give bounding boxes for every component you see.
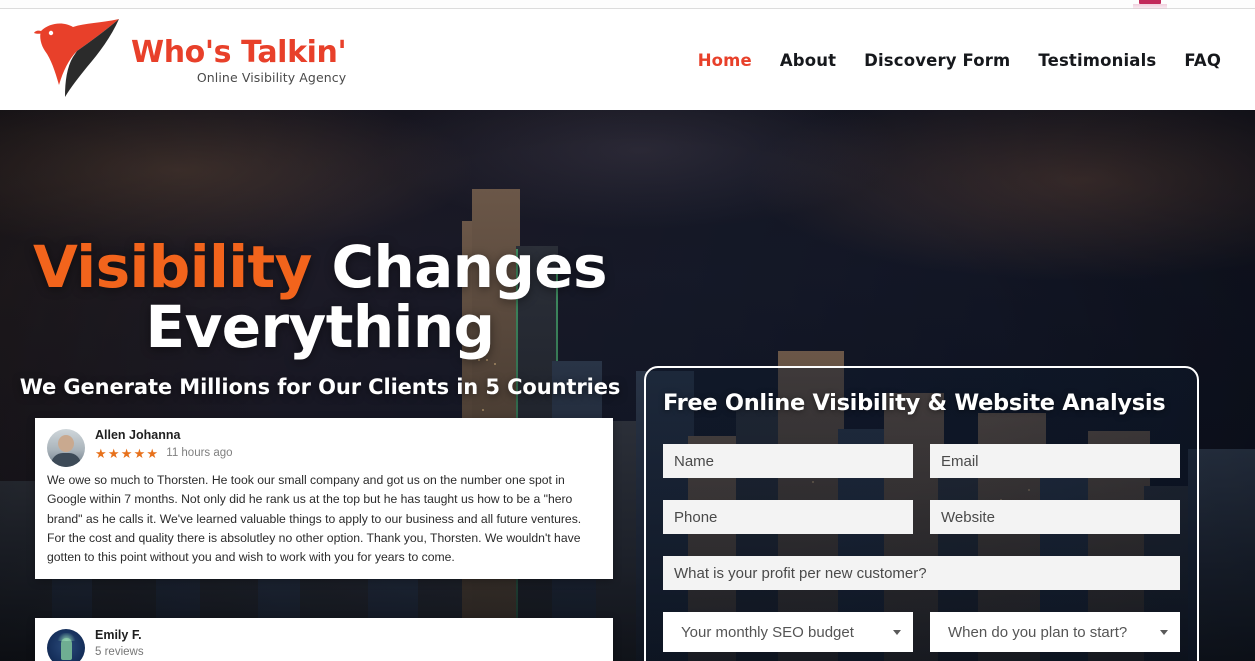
statue-of-liberty-avatar-icon xyxy=(47,629,85,661)
reviewer-review-count: 5 reviews xyxy=(95,645,144,658)
email-input[interactable] xyxy=(930,444,1180,478)
phone-input[interactable] xyxy=(663,500,913,534)
form-title: Free Online Visibility & Website Analysi… xyxy=(663,390,1166,416)
site-header: Who's Talkin' Online Visibility Agency H… xyxy=(0,9,1255,110)
review-timestamp: 11 hours ago xyxy=(166,447,233,460)
review-header: Emily F. 5 reviews xyxy=(47,628,601,661)
name-input[interactable] xyxy=(663,444,913,478)
top-strip xyxy=(0,0,1255,11)
review-meta: Allen Johanna ★★★★★ 11 hours ago xyxy=(95,428,601,460)
form-row-phone-website xyxy=(663,500,1180,534)
review-card: Emily F. 5 reviews ★★★★★ a month ago Wor… xyxy=(35,618,613,661)
form-row-name-email xyxy=(663,444,1180,478)
user-avatar-photo-icon xyxy=(47,429,85,467)
bird-logo-icon xyxy=(34,19,119,97)
review-card: Allen Johanna ★★★★★ 11 hours ago We owe … xyxy=(35,418,613,580)
start-select-wrap: When do you plan to start? xyxy=(930,612,1180,652)
hero-copy: Visibility Changes Everything We Generat… xyxy=(0,237,640,400)
website-input[interactable] xyxy=(930,500,1180,534)
start-time-select[interactable]: When do you plan to start? xyxy=(930,612,1180,652)
hero-headline-accent: Visibility xyxy=(33,233,312,301)
review-meta: Emily F. 5 reviews xyxy=(95,628,601,660)
form-row-selects: Your monthly SEO budget When do you plan… xyxy=(663,612,1180,652)
reviews-list: Allen Johanna ★★★★★ 11 hours ago We owe … xyxy=(35,418,613,661)
profit-per-customer-input[interactable] xyxy=(663,556,1180,590)
hero-headline-line2: Everything xyxy=(145,292,495,361)
logo-title: Who's Talkin' xyxy=(131,34,347,70)
hero-subheadline: We Generate Millions for Our Clients in … xyxy=(19,375,621,400)
review-rating: ★★★★★ 11 hours ago xyxy=(95,447,601,460)
browser-viewport: Who's Talkin' Online Visibility Agency H… xyxy=(0,0,1255,661)
hero-headline-rest: Changes xyxy=(311,233,607,301)
analysis-form-panel: Free Online Visibility & Website Analysi… xyxy=(644,366,1199,661)
nav-item-faq[interactable]: FAQ xyxy=(1170,51,1235,70)
logo[interactable]: Who's Talkin' Online Visibility Agency xyxy=(33,15,347,99)
form-row-profit xyxy=(663,556,1180,590)
reviewer-name: Allen Johanna xyxy=(95,428,181,442)
nav-item-discovery-form[interactable]: Discovery Form xyxy=(850,51,1024,70)
nav-item-testimonials[interactable]: Testimonials xyxy=(1024,51,1170,70)
nav-item-about[interactable]: About xyxy=(766,51,850,70)
seo-budget-select[interactable]: Your monthly SEO budget xyxy=(663,612,913,652)
reviewer-name: Emily F. xyxy=(95,628,142,643)
review-text: We owe so much to Thorsten. He took our … xyxy=(47,473,582,565)
review-header: Allen Johanna ★★★★★ 11 hours ago xyxy=(47,428,601,467)
hero-section: Visibility Changes Everything We Generat… xyxy=(0,110,1255,661)
nav-item-home[interactable]: Home xyxy=(684,51,766,70)
hero-headline: Visibility Changes Everything xyxy=(0,237,640,357)
budget-select-wrap: Your monthly SEO budget xyxy=(663,612,913,652)
star-rating-icon: ★★★★★ xyxy=(95,445,160,461)
logo-subtitle: Online Visibility Agency xyxy=(196,70,347,86)
main-navigation: Home About Discovery Form Testimonials F… xyxy=(684,51,1235,70)
